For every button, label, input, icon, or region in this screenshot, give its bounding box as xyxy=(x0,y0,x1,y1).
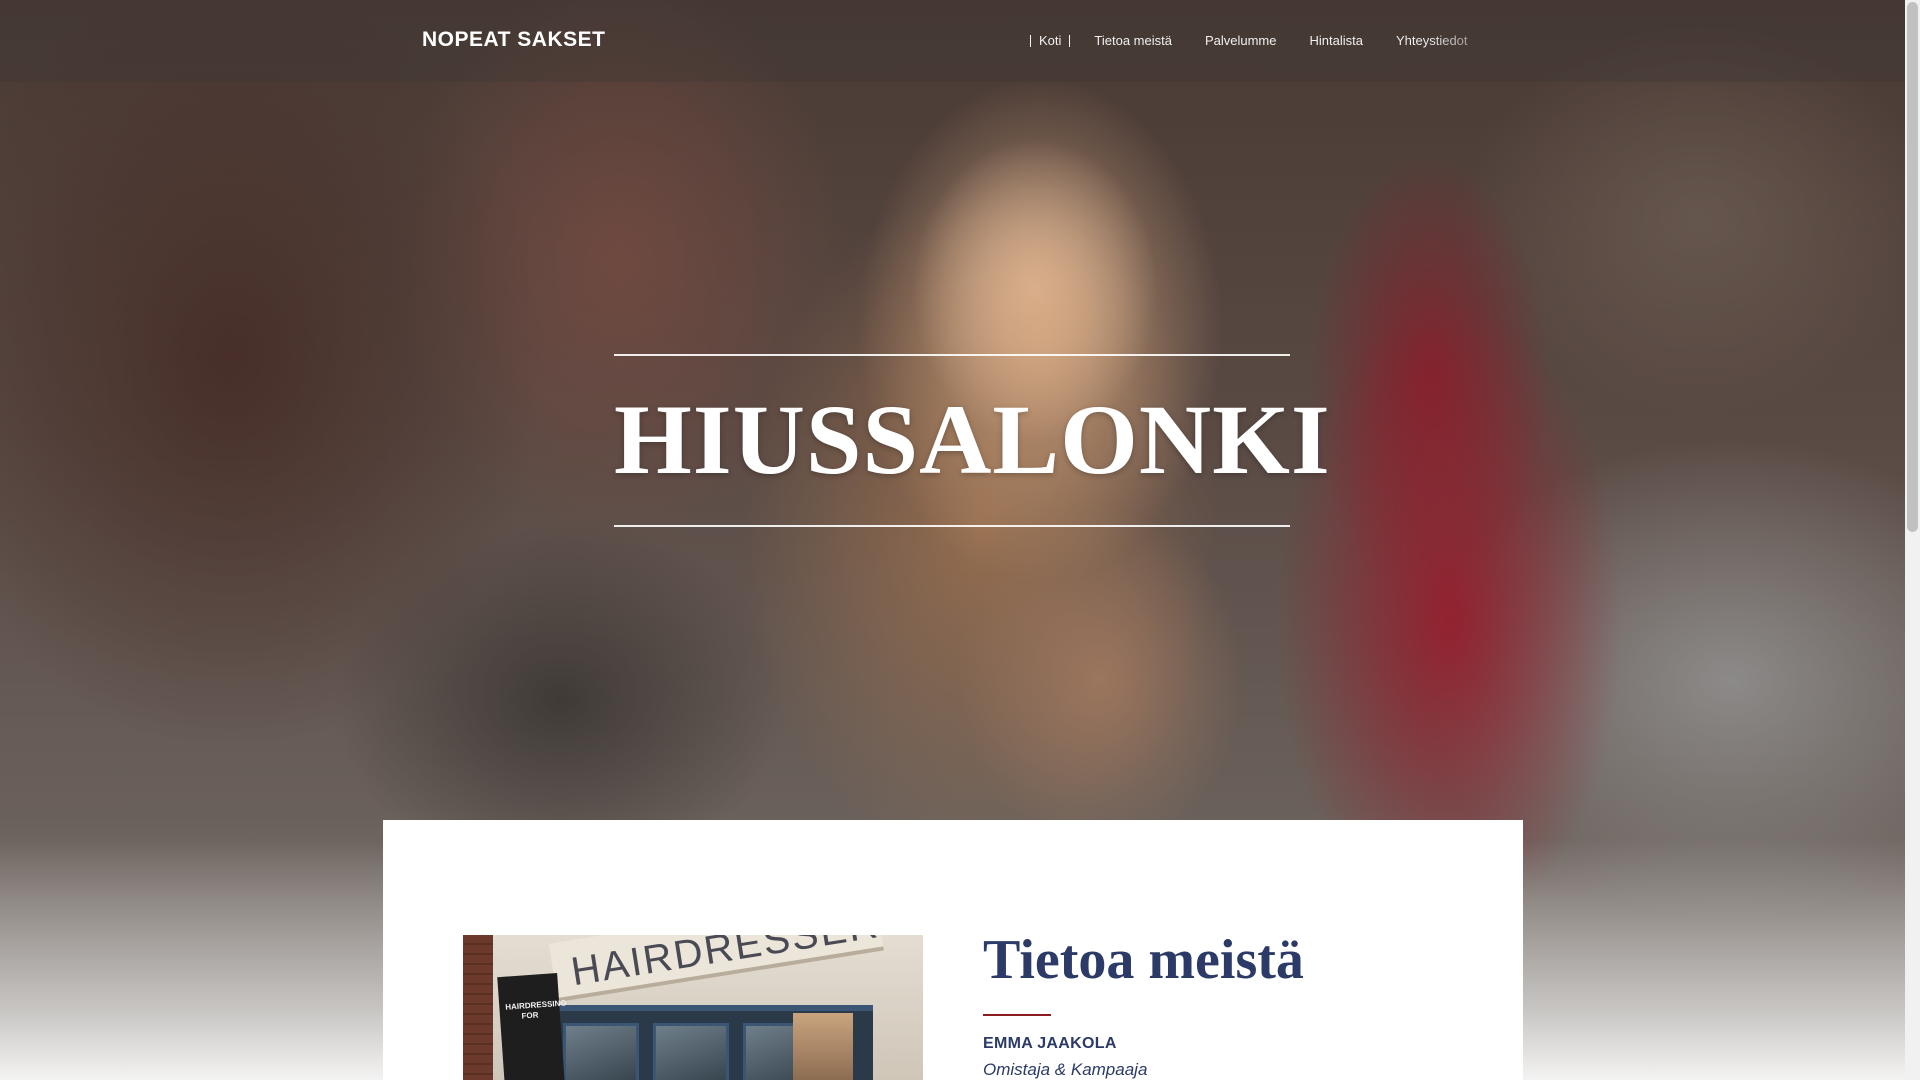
owner-role: Omistaja & Kampaaja xyxy=(983,1060,1148,1079)
scrollbar-thumb[interactable] xyxy=(1907,2,1918,532)
window-pane xyxy=(653,1023,729,1080)
hero-bottom-rule xyxy=(614,525,1290,527)
owner-name: EMMA JAAKOLA xyxy=(983,1035,1117,1052)
navbar: NOPEAT SAKSET Koti Tietoa meistä Palvelu… xyxy=(0,0,1905,82)
about-card: HAIRDRESSER HAIRDRESSING FOR Tietoa meis… xyxy=(383,820,1523,1080)
nav-item-koti[interactable]: Koti xyxy=(1039,33,1061,48)
main-nav: Koti Tietoa meistä Palvelumme Hintalista… xyxy=(1022,33,1468,48)
nav-active-divider-left xyxy=(1030,34,1031,47)
nav-item-hintalista[interactable]: Hintalista xyxy=(1310,33,1363,48)
hero-top-rule xyxy=(614,354,1290,356)
nav-item-tietoa-meista[interactable]: Tietoa meistä xyxy=(1094,33,1172,48)
nav-active-divider-right xyxy=(1069,34,1071,47)
vertical-scrollbar[interactable] xyxy=(1905,0,1920,1080)
about-heading: Tietoa meistä xyxy=(983,929,1304,991)
window-poster xyxy=(793,1013,853,1080)
page: NOPEAT SAKSET Koti Tietoa meistä Palvelu… xyxy=(0,0,1920,1080)
hanging-sign-board: HAIRDRESSING FOR xyxy=(497,973,567,1080)
window-pane xyxy=(563,1023,639,1080)
about-accent-rule xyxy=(983,1014,1051,1016)
nav-item-palvelumme[interactable]: Palvelumme xyxy=(1205,33,1277,48)
brand-logo[interactable]: NOPEAT SAKSET xyxy=(422,28,605,52)
hero-title: HIUSSALONKI xyxy=(614,384,1331,495)
hanging-sign-text: HAIRDRESSING FOR xyxy=(505,998,567,1021)
salon-storefront-image: HAIRDRESSER HAIRDRESSING FOR xyxy=(463,935,923,1080)
storefront-brick-wall xyxy=(463,935,493,1080)
nav-item-yhteystiedot[interactable]: Yhteystiedot xyxy=(1396,33,1468,48)
